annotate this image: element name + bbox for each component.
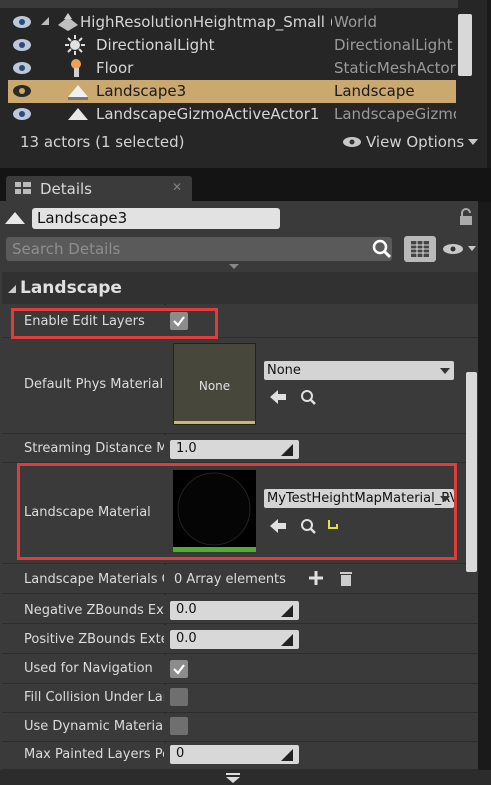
chevron-down-icon bbox=[468, 138, 479, 146]
landscape-icon bbox=[4, 209, 26, 227]
outliner-header bbox=[0, 0, 458, 8]
property-label: Used for Navigation bbox=[24, 661, 153, 676]
lock-icon[interactable] bbox=[458, 208, 474, 226]
landscape-icon bbox=[66, 81, 90, 101]
search-placeholder: Search Details bbox=[12, 240, 121, 258]
outliner-scrollbar[interactable] bbox=[458, 14, 472, 76]
outliner-row[interactable]: HighResolutionHeightmap_Small (Ed World bbox=[8, 11, 456, 34]
outliner-row-type: World bbox=[334, 13, 377, 31]
search-icon[interactable] bbox=[372, 239, 392, 259]
property-label: Negative ZBounds Exten bbox=[24, 603, 164, 618]
eye-icon[interactable] bbox=[12, 107, 32, 121]
actor-name-field[interactable]: Landscape3 bbox=[32, 208, 280, 229]
enable-edit-layers-checkbox[interactable] bbox=[170, 312, 188, 330]
eye-icon bbox=[342, 136, 362, 148]
thumbnail-bar bbox=[174, 421, 255, 424]
outliner-row-type: DirectionalLight bbox=[334, 36, 453, 54]
property-label: Default Phys Material bbox=[24, 377, 164, 392]
input-value: 1.0 bbox=[176, 441, 197, 456]
collapse-arrow-icon[interactable] bbox=[7, 284, 17, 294]
outliner-row-type: LandscapeGizmo bbox=[334, 105, 456, 123]
landscape-material-combo[interactable]: MyTestHeightMapMaterial_RV bbox=[264, 489, 454, 508]
use-selected-arrow-icon[interactable] bbox=[269, 518, 287, 534]
gizmo-icon bbox=[66, 104, 90, 124]
property-label: Positive ZBounds Extens bbox=[24, 632, 164, 647]
visibility-eye-icon[interactable] bbox=[442, 243, 478, 255]
tab-details[interactable] bbox=[6, 176, 192, 201]
outliner-row-label: Floor bbox=[96, 59, 134, 77]
category-title: Landscape bbox=[20, 278, 122, 298]
reset-to-default-icon[interactable] bbox=[327, 518, 339, 532]
eye-icon[interactable] bbox=[12, 61, 32, 75]
property-label: Landscape Materials Ov bbox=[24, 572, 164, 587]
positive-zbounds-input[interactable]: 0.0 bbox=[170, 630, 299, 649]
eye-icon[interactable] bbox=[12, 84, 32, 98]
property-label: Use Dynamic Material In bbox=[24, 719, 164, 734]
property-label: Streaming Distance Mult bbox=[24, 441, 164, 456]
array-count: 0 Array elements bbox=[174, 572, 286, 587]
input-value: 0 bbox=[176, 746, 185, 761]
world-icon bbox=[54, 11, 82, 33]
property-label: Fill Collision Under Lands bbox=[24, 690, 164, 705]
add-element-icon[interactable] bbox=[309, 571, 323, 585]
property-label: Enable Edit Layers bbox=[24, 314, 145, 329]
chevron-down-icon[interactable] bbox=[226, 773, 240, 783]
eye-icon[interactable] bbox=[12, 38, 32, 52]
expand-arrow-icon[interactable] bbox=[40, 15, 50, 27]
phys-material-combo[interactable]: None bbox=[264, 361, 454, 380]
view-options-label: View Options bbox=[366, 133, 465, 151]
input-value: 0.0 bbox=[176, 631, 197, 646]
close-icon[interactable]: ✕ bbox=[172, 180, 182, 194]
view-options-button[interactable]: View Options bbox=[342, 133, 479, 151]
negative-zbounds-input[interactable]: 0.0 bbox=[170, 601, 299, 620]
input-value: 0.0 bbox=[176, 602, 197, 617]
outliner-row-type: StaticMeshActor bbox=[334, 59, 456, 77]
directional-light-icon bbox=[64, 35, 86, 55]
outliner-row-selected[interactable]: Landscape3 Landscape bbox=[8, 80, 456, 103]
fill-collision-checkbox[interactable] bbox=[170, 688, 188, 706]
phys-material-thumbnail[interactable]: None bbox=[173, 343, 256, 425]
outliner-row-type: Landscape bbox=[334, 82, 415, 100]
dynamic-material-checkbox[interactable] bbox=[170, 717, 188, 735]
browse-search-icon[interactable] bbox=[300, 389, 316, 405]
actor-count: 13 actors (1 selected) bbox=[20, 133, 185, 151]
streaming-distance-input[interactable]: 1.0 bbox=[170, 440, 299, 459]
combo-value: None bbox=[267, 363, 301, 378]
chevron-down-icon bbox=[229, 264, 239, 270]
trash-icon[interactable] bbox=[339, 570, 353, 586]
property-label: Max Painted Layers Per bbox=[24, 747, 164, 762]
outliner-row[interactable]: LandscapeGizmoActiveActor1 LandscapeGizm… bbox=[8, 103, 456, 126]
outliner-row[interactable]: DirectionalLight DirectionalLight bbox=[8, 34, 456, 57]
outliner-row-label: Landscape3 bbox=[96, 82, 187, 100]
eye-icon[interactable] bbox=[12, 15, 32, 29]
max-painted-layers-input[interactable]: 0 bbox=[170, 745, 299, 764]
landscape-material-thumbnail[interactable] bbox=[173, 470, 256, 552]
static-mesh-icon bbox=[66, 58, 86, 78]
combo-value: MyTestHeightMapMaterial_RV bbox=[267, 491, 454, 506]
use-selected-arrow-icon[interactable] bbox=[269, 389, 287, 405]
details-icon bbox=[14, 180, 32, 196]
used-for-navigation-checkbox[interactable] bbox=[170, 660, 188, 678]
outliner-row[interactable]: Floor StaticMeshActor bbox=[8, 57, 456, 80]
tab-title: Details bbox=[40, 180, 93, 198]
outliner-row-label: HighResolutionHeightmap_Small (Ed bbox=[80, 13, 332, 31]
property-label: Landscape Material bbox=[24, 505, 151, 520]
advanced-expander[interactable] bbox=[0, 770, 491, 785]
outliner-row-label: DirectionalLight bbox=[96, 36, 215, 54]
thumbnail-label: None bbox=[198, 379, 231, 393]
grid-icon bbox=[411, 241, 429, 257]
details-scrollbar[interactable] bbox=[466, 372, 477, 572]
browse-search-icon[interactable] bbox=[300, 518, 316, 534]
outliner-row-label: LandscapeGizmoActiveActor1 bbox=[96, 105, 320, 123]
